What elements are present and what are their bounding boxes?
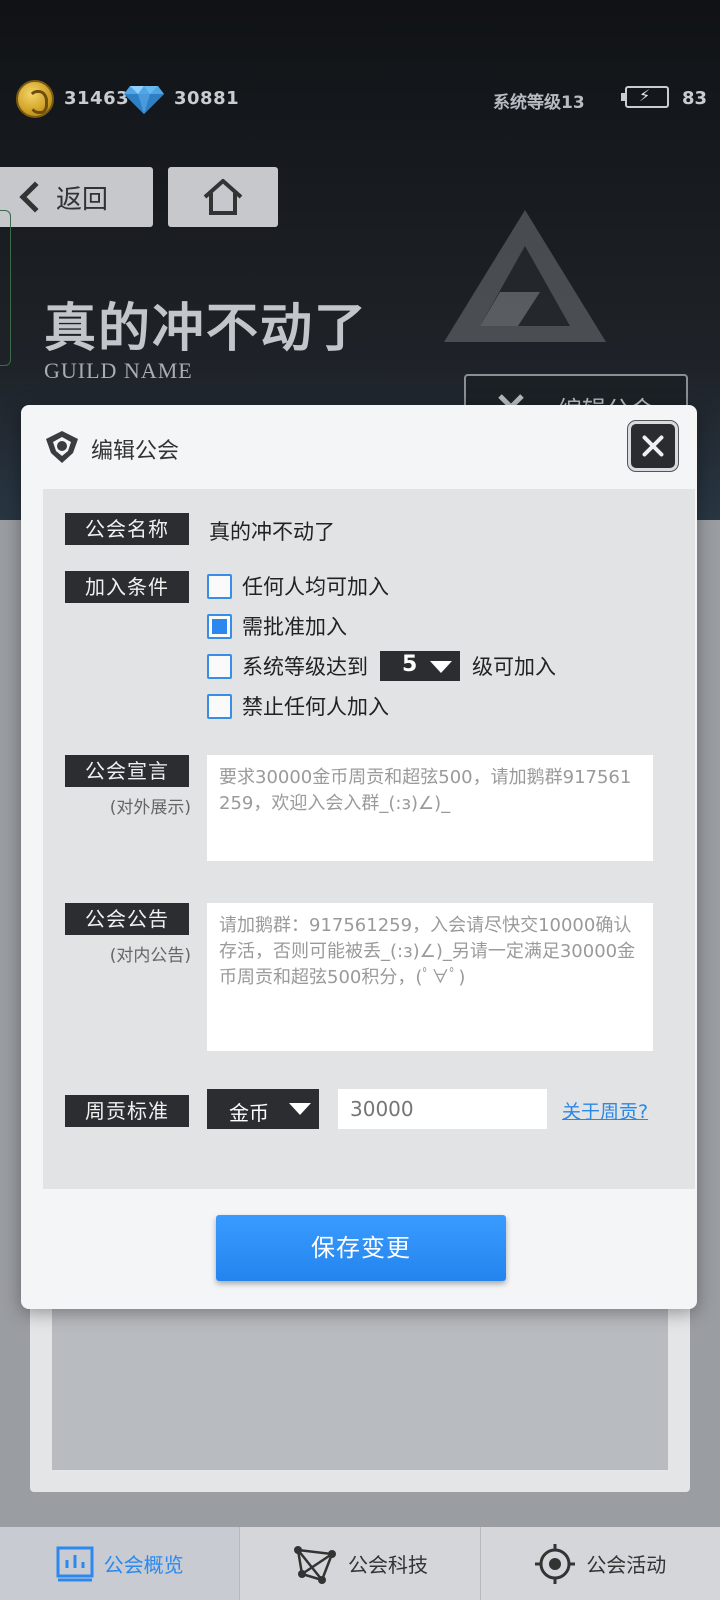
bar-chart-icon — [56, 1546, 94, 1581]
tab-label: 公会科技 — [347, 1553, 428, 1577]
target-icon — [535, 1543, 576, 1584]
tab-label: 公会活动 — [586, 1553, 667, 1577]
join-option-label: 需批准加入 — [242, 615, 347, 639]
weekly-amount-input[interactable] — [338, 1089, 547, 1129]
system-level: 系统等级13 — [493, 93, 585, 113]
tab-guild-events[interactable]: 公会活动 — [481, 1527, 720, 1600]
level-suffix: 级可加入 — [472, 655, 556, 679]
currency-select-value: 金币 — [229, 1101, 269, 1125]
join-option-level[interactable]: 系统等级达到 5 级可加入 — [207, 651, 556, 681]
side-drawer-handle[interactable] — [0, 210, 11, 366]
tab-guild-tech[interactable]: 公会科技 — [240, 1527, 481, 1600]
energy-icon: ⚡ — [621, 86, 669, 108]
guild-badge-icon — [46, 431, 78, 463]
chevron-down-icon — [430, 661, 452, 673]
join-option-anyone[interactable]: 任何人均可加入 — [207, 571, 389, 601]
guild-subtitle: GUILD NAME — [44, 358, 193, 383]
level-select-value: 5 — [402, 652, 418, 677]
diamond-icon — [124, 86, 164, 114]
declaration-label: 公会宣言 — [65, 755, 189, 787]
join-option-label: 禁止任何人加入 — [242, 695, 389, 719]
join-option-approval[interactable]: 需批准加入 — [207, 611, 347, 641]
chevron-down-icon — [289, 1103, 311, 1115]
about-weekly-link[interactable]: 关于周贡? — [562, 1097, 648, 1124]
currency-select[interactable]: 金币 — [207, 1089, 319, 1129]
join-option-label: 系统等级达到 — [242, 655, 368, 679]
declaration-textarea[interactable]: 要求30000金币周贡和超弦500，请加鹅群917561259，欢迎入会入群_(… — [207, 755, 653, 861]
join-option-label: 任何人均可加入 — [242, 575, 389, 599]
weekly-standard-label: 周贡标准 — [65, 1095, 189, 1127]
coin-count: 31463 — [64, 88, 130, 109]
resource-bar: 31463 30881 系统等级13 ⚡ 83 — [0, 80, 720, 118]
edit-guild-modal: 编辑公会 公会名称 真的冲不动了 加入条件 任何人均可加入 需批准加入 系统等级… — [21, 405, 697, 1309]
join-condition-label: 加入条件 — [65, 571, 189, 603]
checkbox-anyone[interactable] — [207, 573, 232, 599]
tab-guild-overview[interactable]: 公会概览 — [0, 1527, 241, 1600]
chevron-left-icon — [19, 181, 51, 213]
notice-textarea[interactable]: 请加鹅群：917561259，入会请尽快交10000确认存活，否则可能被丢_(:… — [207, 903, 653, 1051]
diamond-count: 30881 — [174, 88, 240, 109]
guild-title: 真的冲不动了 — [44, 298, 369, 359]
home-button[interactable] — [168, 167, 278, 227]
network-icon — [293, 1545, 336, 1584]
guild-name-value: 真的冲不动了 — [209, 520, 335, 544]
checkbox-level[interactable] — [207, 653, 232, 679]
checkbox-approval[interactable] — [207, 613, 232, 639]
guild-emblem-icon — [444, 210, 606, 342]
checkbox-forbid[interactable] — [207, 693, 232, 719]
back-label: 返回 — [56, 184, 109, 215]
notice-label: 公会公告 — [65, 903, 189, 935]
coin-icon — [16, 80, 54, 118]
save-button[interactable]: 保存变更 — [216, 1215, 506, 1281]
notice-sublabel: (对内公告) — [109, 946, 191, 966]
modal-title: 编辑公会 — [91, 439, 180, 464]
energy-count: 83 — [682, 88, 708, 109]
declaration-sublabel: (对外展示) — [109, 798, 191, 818]
home-icon — [203, 179, 243, 215]
join-option-forbid[interactable]: 禁止任何人加入 — [207, 691, 389, 721]
back-button[interactable]: 返回 — [0, 167, 153, 227]
modal-form: 公会名称 真的冲不动了 加入条件 任何人均可加入 需批准加入 系统等级达到 5 … — [43, 489, 695, 1189]
bottom-nav: 公会概览 公会科技 公会活动 — [0, 1527, 720, 1600]
guild-name-label: 公会名称 — [65, 513, 189, 545]
tab-label: 公会概览 — [103, 1553, 184, 1577]
close-button[interactable] — [628, 421, 678, 471]
level-select[interactable]: 5 — [380, 651, 460, 681]
